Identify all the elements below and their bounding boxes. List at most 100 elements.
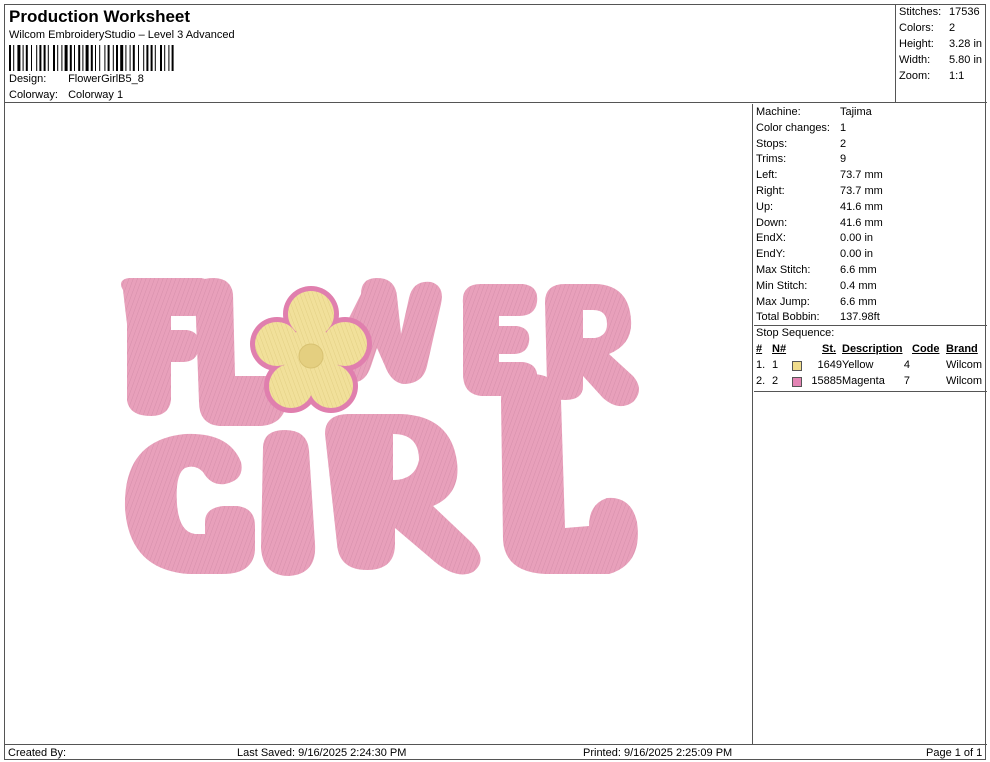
machine-info-value: 73.7 mm: [840, 185, 883, 197]
letter-r-top: [545, 284, 639, 407]
height-row: Height: 3.28 in: [899, 38, 982, 50]
stop-code: 4: [903, 359, 910, 371]
machine-info-label: Color changes:: [756, 121, 830, 134]
machine-info-row: Down: 41.6 mm: [756, 217, 883, 229]
stop-description: Yellow: [842, 359, 874, 371]
worksheet-header: Production Worksheet Wilcom EmbroiderySt…: [5, 5, 895, 103]
machine-info-value: 9: [840, 153, 847, 166]
page-number: Page 1 of 1: [926, 747, 983, 759]
machine-info-value: 6.6 mm: [840, 295, 877, 308]
machine-info-label: Max Jump:: [756, 295, 810, 308]
machine-info-value: 0.00 in: [840, 248, 874, 261]
stitches-row: Stitches: 17536: [899, 6, 980, 18]
colors-value: 2: [949, 22, 956, 34]
col-header-stitches: St.: [822, 343, 837, 355]
stop-sequence-title: Stop Sequence:: [756, 327, 835, 339]
col-header-num: #: [756, 343, 763, 355]
colorway-label: Colorway:: [9, 89, 58, 101]
machine-info-label: Down:: [756, 216, 788, 229]
width-row: Width: 5.80 in: [899, 54, 982, 66]
stitches-value: 17536: [949, 6, 980, 18]
col-header-brand: Brand: [946, 343, 978, 355]
design-canvas: [5, 104, 753, 744]
zoom-value: 1:1: [949, 70, 965, 82]
stats-box: Stitches: 17536 Colors: 2 Height: 3.28 in W…: [895, 5, 987, 103]
machine-info-label: Stops:: [756, 137, 788, 150]
machine-info-label: Right:: [756, 185, 785, 197]
machine-info-value: 41.6 mm: [840, 216, 883, 229]
letter-i: [261, 430, 316, 576]
last-saved: Last Saved: 9/16/2025 2:24:30 PM: [237, 747, 407, 759]
machine-info-row: Left: 73.7 mm: [756, 169, 883, 181]
design-label: Design:: [9, 73, 47, 85]
width-label: Width:: [899, 54, 931, 66]
machine-info-value: 0.4 mm: [840, 279, 877, 292]
machine-info-value: Tajima: [840, 106, 872, 118]
machine-info-row: Stops: 2: [756, 138, 846, 150]
col-header-code: Code: [912, 343, 940, 355]
divider: [754, 325, 987, 326]
machine-info-label: EndX:: [756, 232, 786, 245]
machine-info-label: Machine:: [756, 106, 801, 118]
machine-info-row: Trims: 9: [756, 153, 846, 165]
machine-info-label: Min Stitch:: [756, 279, 808, 292]
machine-info-label: Up:: [756, 200, 774, 213]
info-panel: Machine: Tajima Color changes: 1 Stops: 2 Trim…: [754, 104, 987, 744]
stop-num: 1.: [756, 359, 766, 371]
machine-info-row: Machine: Tajima: [756, 106, 872, 118]
height-value: 3.28 in: [949, 38, 983, 50]
letter-r: [325, 414, 481, 575]
machine-info-label: Left:: [756, 169, 778, 182]
machine-info-row: Max Jump: 6.6 mm: [756, 296, 877, 308]
machine-info-value: 2: [840, 137, 847, 150]
flower-motif: [250, 286, 372, 413]
letter-g: [124, 433, 255, 574]
width-value: 5.80 in: [949, 54, 983, 66]
machine-info-label: Trims:: [756, 153, 787, 166]
machine-info-value: 1: [840, 121, 847, 134]
machine-info-row: Total Bobbin: 137.98ft: [756, 311, 880, 323]
machine-info-label: EndY:: [756, 248, 786, 261]
machine-info-row: Color changes: 1: [756, 122, 846, 134]
barcode: [9, 45, 174, 71]
machine-info-value: 41.6 mm: [840, 200, 883, 213]
col-header-description: Description: [842, 343, 903, 355]
color-swatch: [792, 361, 802, 371]
printed-date: Printed: 9/16/2025 2:25:09 PM: [583, 747, 733, 759]
divider: [754, 391, 987, 392]
created-by: Created By:: [8, 747, 67, 759]
worksheet-frame: Production Worksheet Wilcom EmbroiderySt…: [4, 4, 987, 761]
stop-description: Magenta: [842, 375, 885, 387]
machine-info-row: Max Stitch: 6.6 mm: [756, 264, 877, 276]
machine-info-value: 0.00 in: [840, 232, 874, 245]
machine-info-value: 137.98ft: [840, 311, 880, 324]
stop-code: 7: [903, 375, 910, 387]
stop-brand: Wilcom: [946, 375, 983, 387]
machine-info-row: Min Stitch: 0.4 mm: [756, 280, 877, 292]
stop-needle: 2: [772, 375, 779, 387]
worksheet-footer: Created By: Last Saved: 9/16/2025 2:24:3…: [5, 744, 987, 761]
machine-info-value: 6.6 mm: [840, 264, 877, 276]
stop-needle: 1: [772, 359, 779, 371]
design-row: Design: FlowerGirlB5_8: [9, 73, 144, 85]
machine-info-row: EndX: 0.00 in: [756, 232, 873, 244]
machine-info-row: EndY: 0.00 in: [756, 248, 873, 260]
worksheet-title: Production Worksheet: [9, 7, 191, 26]
col-header-needle: N#: [772, 343, 787, 355]
machine-info-label: Max Stitch:: [756, 264, 811, 276]
design-value: FlowerGirlB5_8: [68, 73, 144, 85]
stitches-label: Stitches:: [899, 6, 942, 18]
machine-info-value: 73.7 mm: [840, 169, 883, 182]
stop-num: 2.: [756, 375, 766, 387]
zoom-label: Zoom:: [899, 70, 931, 82]
machine-info-row: Right: 73.7 mm: [756, 185, 883, 197]
stop-brand: Wilcom: [946, 359, 983, 371]
height-label: Height:: [899, 38, 934, 50]
colors-row: Colors: 2: [899, 22, 955, 34]
software-name: Wilcom EmbroideryStudio – Level 3 Advanc…: [9, 29, 235, 41]
zoom-row: Zoom: 1:1: [899, 70, 964, 82]
machine-info-label: Total Bobbin:: [756, 311, 820, 324]
colorway-row: Colorway: Colorway 1: [9, 89, 123, 101]
machine-info-row: Up: 41.6 mm: [756, 201, 883, 213]
embroidery-design: [121, 278, 639, 576]
